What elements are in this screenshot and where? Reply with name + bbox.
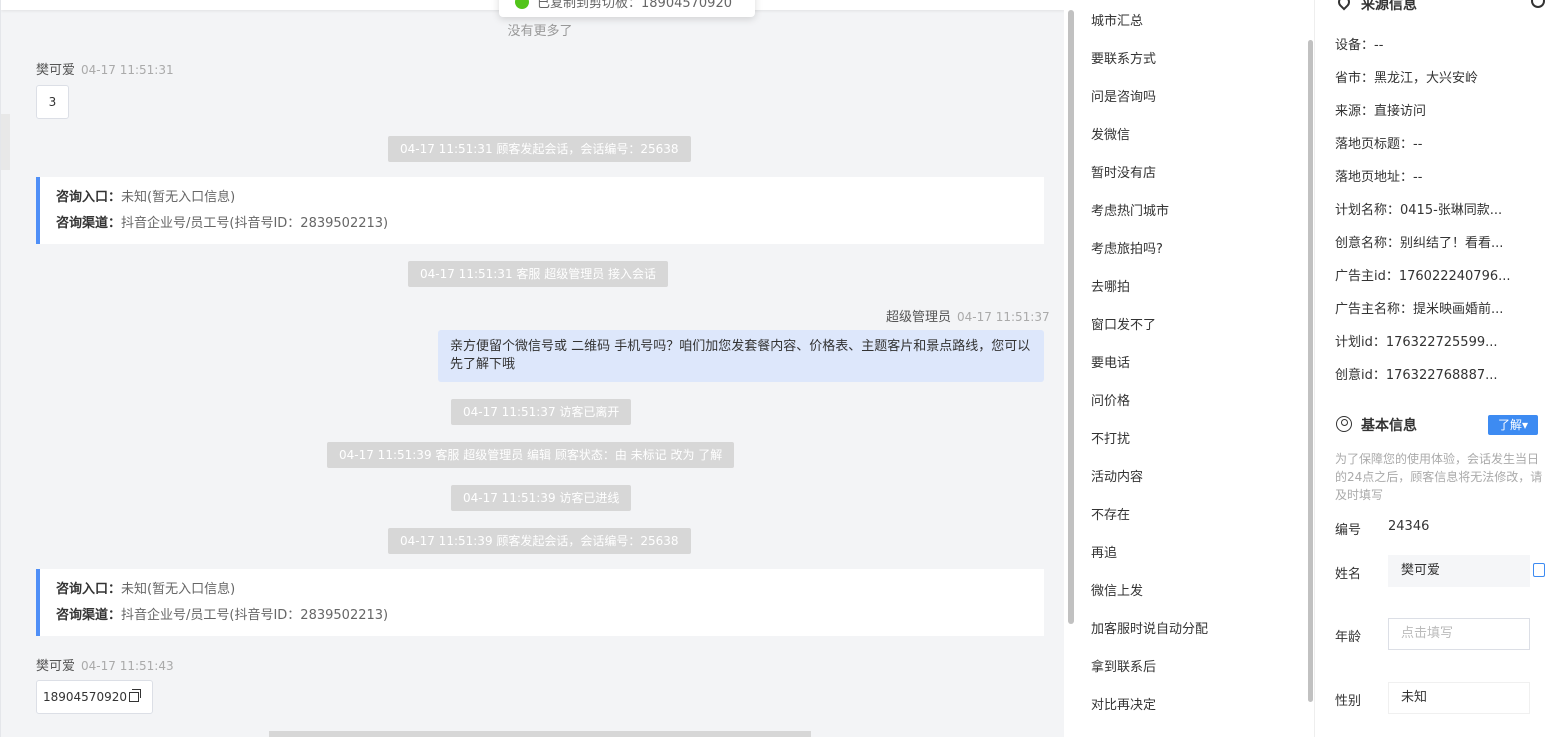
system-message: 04-17 11:51:37 访客已离开 [451, 399, 632, 425]
age-label: 年龄 [1335, 630, 1362, 645]
quick-reply-item[interactable]: 城市汇总 [1091, 12, 1143, 32]
name-field[interactable]: 樊可爱 [1388, 555, 1530, 587]
source-info-row: 创意名称：别纠结了！看看... [1335, 236, 1504, 251]
system-message: 04-17 11:51:39 客服 超级管理员 编辑 顾客状态：由 未标记 改为… [327, 442, 735, 468]
id-label: 编号 [1335, 523, 1362, 538]
quick-reply-item[interactable]: 发微信 [1091, 126, 1130, 146]
quick-reply-item[interactable]: 微信上发 [1091, 582, 1143, 602]
system-message [269, 731, 811, 737]
toast: 已复制到剪切板：18904570920 [499, 0, 755, 17]
chat-area: 没有更多了 樊可爱 04-17 11:51:31 3 04-17 11:51:31… [0, 0, 1064, 737]
channel-value: 抖音企业号/员工号(抖音号ID：2839502213) [121, 216, 389, 231]
source-info-row: 广告主id：176022240796... [1335, 269, 1511, 284]
system-message: 04-17 11:51:31 客服 超级管理员 接入会话 [408, 261, 669, 287]
source-info-row: 落地页地址：-- [1335, 170, 1423, 185]
gender-select[interactable]: 未知 [1388, 682, 1530, 714]
message-sender: 樊可爱 04-17 11:51:43 [36, 655, 174, 674]
message-time: 04-17 11:51:31 [81, 63, 174, 77]
quick-reply-item[interactable]: 加客服时说自动分配 [1091, 620, 1208, 640]
source-info-row: 来源：直接访问 [1335, 104, 1427, 119]
system-message: 04-17 11:51:39 顾客发起会话，会话编号：25638 [388, 528, 691, 554]
quick-reply-item[interactable]: 考虑旅拍吗? [1091, 240, 1163, 260]
quick-reply-item[interactable]: 不存在 [1091, 506, 1130, 526]
name-label: 姓名 [1335, 567, 1362, 582]
copy-icon[interactable] [128, 689, 141, 702]
quick-reply-scrollbar[interactable] [1308, 40, 1313, 702]
message-bubble: 3 [36, 85, 69, 119]
consult-info-card: 咨询入口：未知(暂无入口信息) 咨询渠道：抖音企业号/员工号(抖音号ID：283… [36, 177, 1044, 244]
message-time: 04-17 11:51:37 [957, 310, 1050, 324]
no-more-text: 没有更多了 [507, 24, 573, 39]
source-info-row: 计划id：176322725599... [1335, 335, 1498, 350]
check-circle-icon [515, 0, 529, 9]
sender-name: 樊可爱 [36, 659, 76, 674]
system-message: 04-17 11:51:39 访客已进线 [451, 485, 632, 511]
quick-reply-item[interactable]: 问是咨询吗 [1091, 88, 1156, 108]
quick-reply-item[interactable]: 不打扰 [1091, 430, 1130, 450]
entry-value: 未知(暂无入口信息) [121, 190, 236, 205]
quick-reply-item[interactable]: 考虑热门城市 [1091, 202, 1169, 222]
source-info-row: 省市：黑龙江，大兴安岭 [1335, 71, 1479, 86]
chat-scrollbar[interactable] [1068, 10, 1074, 624]
gender-label: 性别 [1335, 694, 1362, 709]
system-message: 04-17 11:51:31 顾客发起会话，会话编号：25638 [388, 136, 691, 162]
channel-value: 抖音企业号/员工号(抖音号ID：2839502213) [121, 608, 389, 623]
sender-name: 樊可爱 [36, 63, 76, 78]
message-bubble: 18904570920 [36, 680, 153, 714]
quick-reply-item[interactable]: 要联系方式 [1091, 50, 1156, 70]
quick-reply-item[interactable]: 窗口发不了 [1091, 316, 1156, 336]
quick-reply-panel: 城市汇总 要联系方式 问是咨询吗 发微信 暂时没有店 考虑热门城市 考虑旅拍吗?… [1078, 0, 1314, 737]
edit-hint: 为了保障您的使用体验，会话发生当日的24点之后，顾客信息将无法修改，请及时填写 [1335, 452, 1543, 502]
entry-value: 未知(暂无入口信息) [121, 582, 236, 597]
toast-text: 已复制到剪切板：18904570920 [537, 0, 732, 11]
message-sender: 超级管理员 04-17 11:51:37 [886, 306, 1050, 325]
source-info-row: 设备：-- [1335, 38, 1384, 53]
quick-reply-item[interactable]: 去哪拍 [1091, 278, 1130, 298]
document-icon[interactable] [1533, 563, 1545, 577]
basic-info-title: 基本信息 [1361, 418, 1417, 434]
message-time: 04-17 11:51:43 [81, 659, 174, 673]
status-badge-dropdown[interactable]: 了解▾ [1488, 415, 1538, 435]
quick-reply-item[interactable]: 问价格 [1091, 392, 1130, 412]
sender-name: 超级管理员 [886, 310, 952, 325]
left-edge-tab [1, 114, 10, 170]
entry-label: 咨询入口： [56, 190, 122, 205]
message-sender: 樊可爱 04-17 11:51:31 [36, 59, 174, 78]
age-input[interactable]: 点击填写 [1388, 618, 1530, 650]
source-info-row: 广告主名称：提米映画婚前... [1335, 302, 1504, 317]
id-value: 24346 [1388, 519, 1430, 534]
quick-reply-item[interactable]: 对比再决定 [1091, 696, 1156, 716]
channel-label: 咨询渠道： [56, 608, 122, 623]
phone-number: 18904570920 [43, 690, 127, 704]
quick-reply-item[interactable]: 再追 [1091, 544, 1117, 564]
channel-label: 咨询渠道： [56, 216, 122, 231]
quick-reply-item[interactable]: 拿到联系后 [1091, 658, 1156, 678]
consult-info-card: 咨询入口：未知(暂无入口信息) 咨询渠道：抖音企业号/员工号(抖音号ID：283… [36, 569, 1044, 636]
source-info-title: 来源信息 [1361, 0, 1417, 13]
user-circle-icon [1336, 416, 1352, 432]
quick-reply-item[interactable]: 暂时没有店 [1091, 164, 1156, 184]
source-info-row: 落地页标题：-- [1335, 137, 1423, 152]
quick-reply-item[interactable]: 活动内容 [1091, 468, 1143, 488]
entry-label: 咨询入口： [56, 582, 122, 597]
quick-reply-item[interactable]: 要电话 [1091, 354, 1130, 374]
source-info-row: 计划名称：0415-张琳同款... [1335, 203, 1503, 218]
message-bubble-outgoing: 亲方便留个微信号或 二维码 手机号吗？咱们加您发套餐内容、价格表、主题客片和景点… [438, 330, 1044, 382]
source-info-row: 创意id：176322768887... [1335, 368, 1498, 383]
